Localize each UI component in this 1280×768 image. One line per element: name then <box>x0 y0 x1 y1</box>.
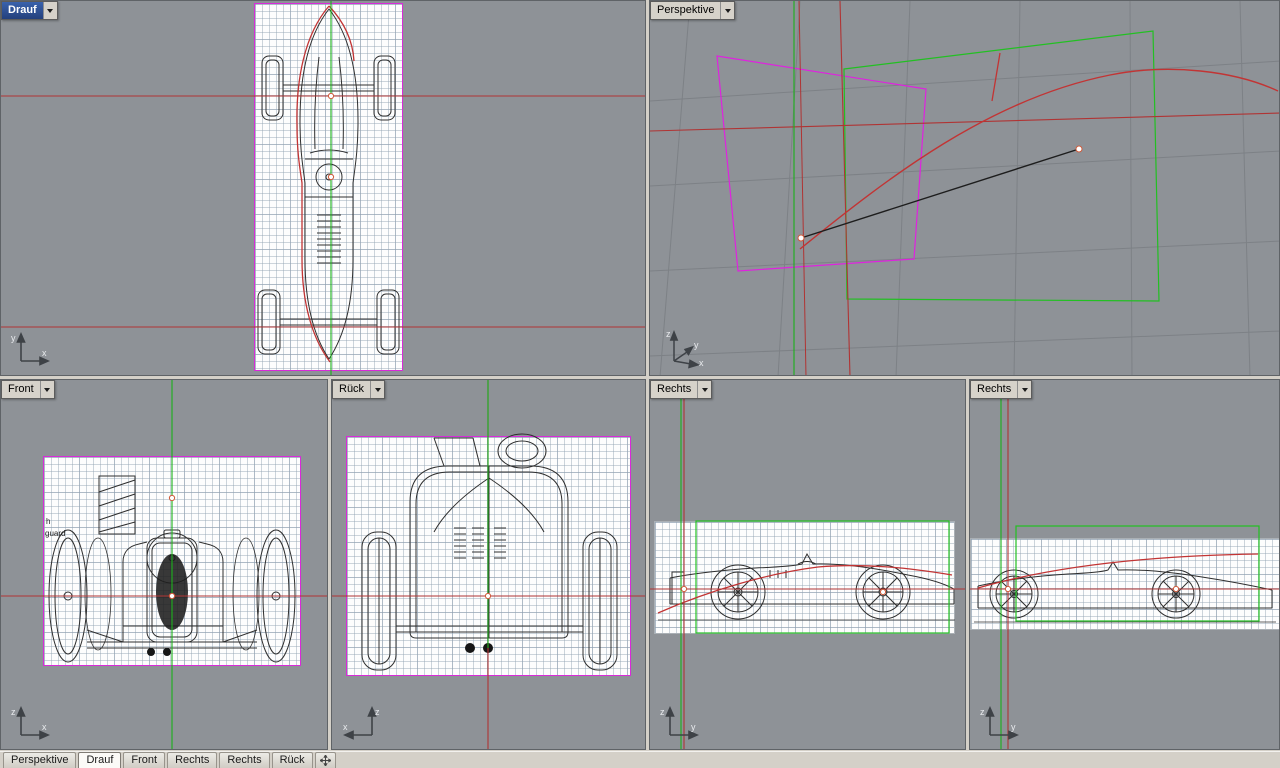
viewport-menu-arrow-icon[interactable] <box>697 381 712 398</box>
viewport-menu-arrow-icon[interactable] <box>39 381 54 398</box>
blueprint-annotation: guard <box>45 529 65 538</box>
top-view-canvas <box>1 1 645 375</box>
perspective-grid <box>650 1 1279 375</box>
cplane-axis-icon: z y <box>980 706 1019 740</box>
perspective-curves-and-axes <box>650 1 1279 375</box>
axis-label-vertical: z <box>980 707 985 717</box>
tab-rechts-1[interactable]: Rechts <box>167 752 218 768</box>
blueprint-annotation: h <box>46 517 50 526</box>
tab-drauf[interactable]: Drauf <box>78 752 122 768</box>
viewport-title-label[interactable]: Rechts <box>651 381 697 398</box>
reference-rectangle <box>695 520 950 634</box>
viewport-title-rechts-2[interactable]: Rechts <box>970 380 1033 399</box>
side-view-crosshair <box>650 380 965 749</box>
viewport-top[interactable]: Drauf y x <box>0 0 646 376</box>
side-view-canvas-2 <box>970 380 1279 749</box>
pan-arrows-icon <box>319 755 331 766</box>
rear-view-car-drawing <box>361 433 618 671</box>
axis-label-horizontal: y <box>691 722 696 732</box>
cplane-axis-icon: z x <box>11 706 50 740</box>
viewport-front[interactable]: h guard Front z x <box>0 379 328 750</box>
viewport-title-label[interactable]: Perspektive <box>651 2 720 19</box>
axis-label-horizontal: x <box>343 722 348 732</box>
viewport-right-2[interactable]: Rechts z y <box>969 379 1280 750</box>
tab-rueck[interactable]: Rück <box>271 752 313 768</box>
viewport-rear[interactable]: Rück z x <box>331 379 646 750</box>
viewport-title-label[interactable]: Front <box>2 381 40 398</box>
cad-application-window: Drauf y x Perspektive z y x h guard Fron… <box>0 0 1280 768</box>
tab-perspektive[interactable]: Perspektive <box>3 752 77 768</box>
viewport-title-front[interactable]: Front <box>1 380 55 399</box>
axis-label-z: z <box>666 329 671 339</box>
front-view-canvas: h guard <box>1 380 327 749</box>
perspective-canvas <box>650 1 1279 375</box>
viewport-right-1[interactable]: Rechts z y <box>649 379 966 750</box>
axis-label-vertical: z <box>11 707 16 717</box>
viewport-menu-arrow-icon[interactable] <box>720 2 735 19</box>
axis-label-horizontal: x <box>42 722 47 732</box>
reference-rectangle-2 <box>1015 525 1260 622</box>
axis-label-vertical: z <box>660 707 665 717</box>
viewport-menu-arrow-icon[interactable] <box>42 2 57 19</box>
axis-label-vertical: z <box>375 707 380 717</box>
viewport-menu-arrow-icon[interactable] <box>1017 381 1032 398</box>
side-view-car-drawing-2 <box>974 561 1276 623</box>
rear-view-canvas <box>332 380 645 749</box>
axis-label-y: y <box>694 340 699 350</box>
viewport-menu-arrow-icon[interactable] <box>370 381 385 398</box>
axis-label-vertical: y <box>11 333 16 343</box>
cplane-axis-icon: y x <box>11 332 50 366</box>
side-view-canvas <box>650 380 965 749</box>
side-view-car-drawing <box>658 552 955 621</box>
cplane-axis-icon: z y x <box>666 329 704 369</box>
cplane-axis-icon: z y <box>660 706 699 740</box>
tab-front[interactable]: Front <box>123 752 166 768</box>
viewport-title-perspektive[interactable]: Perspektive <box>650 1 736 20</box>
viewport-layout-icon[interactable] <box>314 752 336 768</box>
viewport-title-label[interactable]: Drauf <box>2 2 43 19</box>
viewport-tab-bar: Perspektive Drauf Front Rechts Rechts Rü… <box>0 751 1280 768</box>
tab-rechts-2[interactable]: Rechts <box>219 752 270 768</box>
top-view-car-drawing <box>257 8 400 360</box>
viewport-title-rechts-1[interactable]: Rechts <box>650 380 713 399</box>
viewport-title-label[interactable]: Rück <box>333 381 370 398</box>
viewport-title-label[interactable]: Rechts <box>971 381 1017 398</box>
cplane-axis-icon: z x <box>343 706 380 740</box>
viewport-title-rueck[interactable]: Rück <box>332 380 386 399</box>
axis-label-horizontal: y <box>1011 722 1016 732</box>
viewport-perspective[interactable]: Perspektive z y x <box>649 0 1280 376</box>
construction-planes <box>716 30 1160 302</box>
axis-label-x: x <box>699 358 704 368</box>
axis-label-horizontal: x <box>42 348 47 358</box>
viewport-title-drauf[interactable]: Drauf <box>1 1 58 20</box>
